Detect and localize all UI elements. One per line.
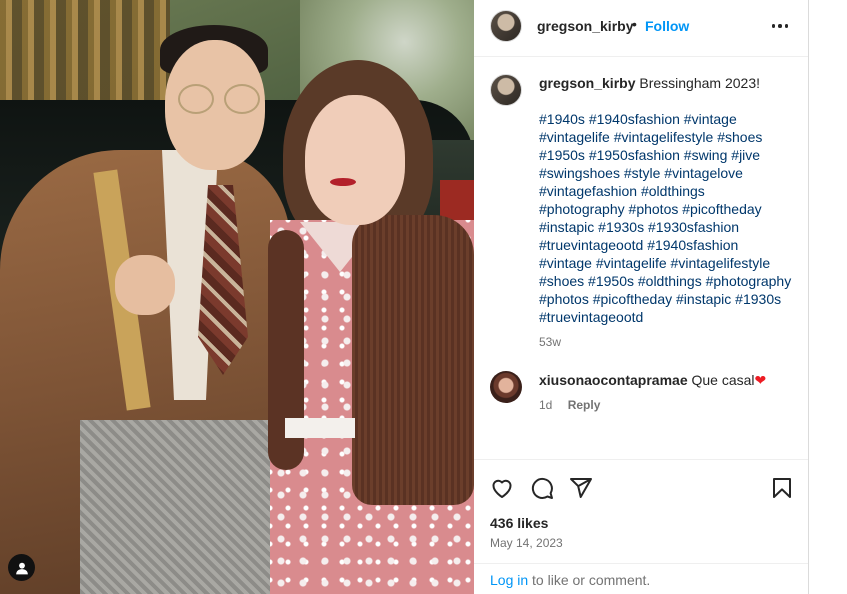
like-button[interactable] xyxy=(488,474,516,502)
share-icon xyxy=(570,478,592,498)
page-background xyxy=(809,0,847,594)
comment-text: Que casal xyxy=(691,372,755,388)
post-header: gregson_kirby • Follow xyxy=(474,0,808,57)
hashtag-link[interactable]: #vintagelifestyle xyxy=(671,255,771,271)
hashtag-link[interactable]: #picoftheday xyxy=(682,201,761,217)
comment-button[interactable] xyxy=(528,474,556,502)
divider xyxy=(474,563,808,564)
author-username[interactable]: gregson_kirby xyxy=(537,18,633,34)
hashtag-link[interactable]: #oldthings xyxy=(641,183,705,199)
login-link[interactable]: Log in xyxy=(490,572,528,588)
commenter-avatar[interactable] xyxy=(490,371,522,403)
caption-body: gregson_kirby Bressingham 2023! #1940s #… xyxy=(539,74,794,351)
hashtag-link[interactable]: #vintagelifestyle xyxy=(614,129,714,145)
likes-count[interactable]: 436 likes xyxy=(490,515,548,531)
hashtag-link[interactable]: #instapic xyxy=(676,291,731,307)
white-belt xyxy=(285,418,355,438)
heart-icon xyxy=(492,479,512,498)
hashtag-link[interactable]: #photos xyxy=(539,291,589,307)
hashtag-list: #1940s #1940sfashion #vintage #vintageli… xyxy=(539,110,794,326)
hashtag-link[interactable]: #photos xyxy=(629,201,679,217)
hashtag-link[interactable]: #vintagelife xyxy=(596,255,667,271)
author-avatar[interactable] xyxy=(490,10,522,42)
hashtag-link[interactable]: #photography xyxy=(706,273,792,289)
hashtag-link[interactable]: #photography xyxy=(539,201,625,217)
caption-age: 53w xyxy=(539,335,562,349)
share-button[interactable] xyxy=(567,474,595,502)
red-heart-emoji: ❤ xyxy=(754,372,767,388)
red-lips xyxy=(330,178,356,186)
hashtag-link[interactable]: #1950s xyxy=(539,147,585,163)
hashtag-link[interactable]: #shoes xyxy=(717,129,762,145)
hashtag-link[interactable]: #truevintageootd xyxy=(539,237,643,253)
hashtag-link[interactable]: #1930s xyxy=(735,291,781,307)
hashtag-link[interactable]: #vintagelife xyxy=(539,129,610,145)
action-bar xyxy=(474,468,808,504)
post-date[interactable]: May 14, 2023 xyxy=(490,536,563,550)
hashtag-link[interactable]: #style xyxy=(624,165,661,181)
divider xyxy=(474,459,808,460)
glasses xyxy=(178,84,260,114)
hashtag-link[interactable]: #shoes xyxy=(539,273,584,289)
more-options-icon[interactable] xyxy=(766,14,794,38)
comment-age: 1d xyxy=(539,398,553,412)
cardigan-right xyxy=(352,215,474,505)
hashtag-link[interactable]: #oldthings xyxy=(638,273,702,289)
hashtag-link[interactable]: #1940sfashion xyxy=(647,237,738,253)
man-trousers xyxy=(80,420,280,594)
hashtag-link[interactable]: #1930sfashion xyxy=(648,219,739,235)
comment-body: xiusonaocontapramae Que casal❤ 1d Reply xyxy=(539,371,794,414)
caption-avatar[interactable] xyxy=(490,74,522,106)
hashtag-link[interactable]: #vintage xyxy=(539,255,592,271)
save-button[interactable] xyxy=(768,474,796,502)
hashtag-link[interactable]: #truevintageootd xyxy=(539,309,643,325)
post-photo[interactable] xyxy=(0,0,474,594)
caption-text: Bressingham 2023! xyxy=(639,75,761,91)
follow-button[interactable]: Follow xyxy=(645,18,689,34)
hashtag-link[interactable]: #1940sfashion xyxy=(589,111,680,127)
hashtag-link[interactable]: #swingshoes xyxy=(539,165,620,181)
user-icon xyxy=(15,562,28,574)
woman-face xyxy=(305,95,405,225)
caption-username[interactable]: gregson_kirby xyxy=(539,75,635,91)
hashtag-link[interactable]: #vintage xyxy=(684,111,737,127)
hashtag-link[interactable]: #1940s xyxy=(539,111,585,127)
hashtag-link[interactable]: #picoftheday xyxy=(593,291,672,307)
hashtag-link[interactable]: #instapic xyxy=(539,219,594,235)
hashtag-link[interactable]: #vintagefashion xyxy=(539,183,637,199)
commenter-username[interactable]: xiusonaocontapramae xyxy=(539,372,688,388)
login-prompt-text: to like or comment. xyxy=(528,572,651,588)
post-side-panel: gregson_kirby • Follow gregson_kirby Bre… xyxy=(474,0,809,594)
hashtag-link[interactable]: #1930s xyxy=(598,219,644,235)
tagged-users-button[interactable] xyxy=(8,554,35,581)
hashtag-link[interactable]: #1950s xyxy=(588,273,634,289)
hashtag-link[interactable]: #jive xyxy=(731,147,760,163)
hashtag-link[interactable]: #swing xyxy=(684,147,728,163)
reply-button[interactable]: Reply xyxy=(568,398,601,412)
hashtag-link[interactable]: #vintagelove xyxy=(664,165,743,181)
login-prompt: Log in to like or comment. xyxy=(490,572,650,588)
comment-icon xyxy=(531,477,553,499)
hashtag-link[interactable]: #1950sfashion xyxy=(589,147,680,163)
separator-dot: • xyxy=(632,16,637,32)
bookmark-icon xyxy=(773,478,791,498)
man-hand xyxy=(115,255,175,315)
